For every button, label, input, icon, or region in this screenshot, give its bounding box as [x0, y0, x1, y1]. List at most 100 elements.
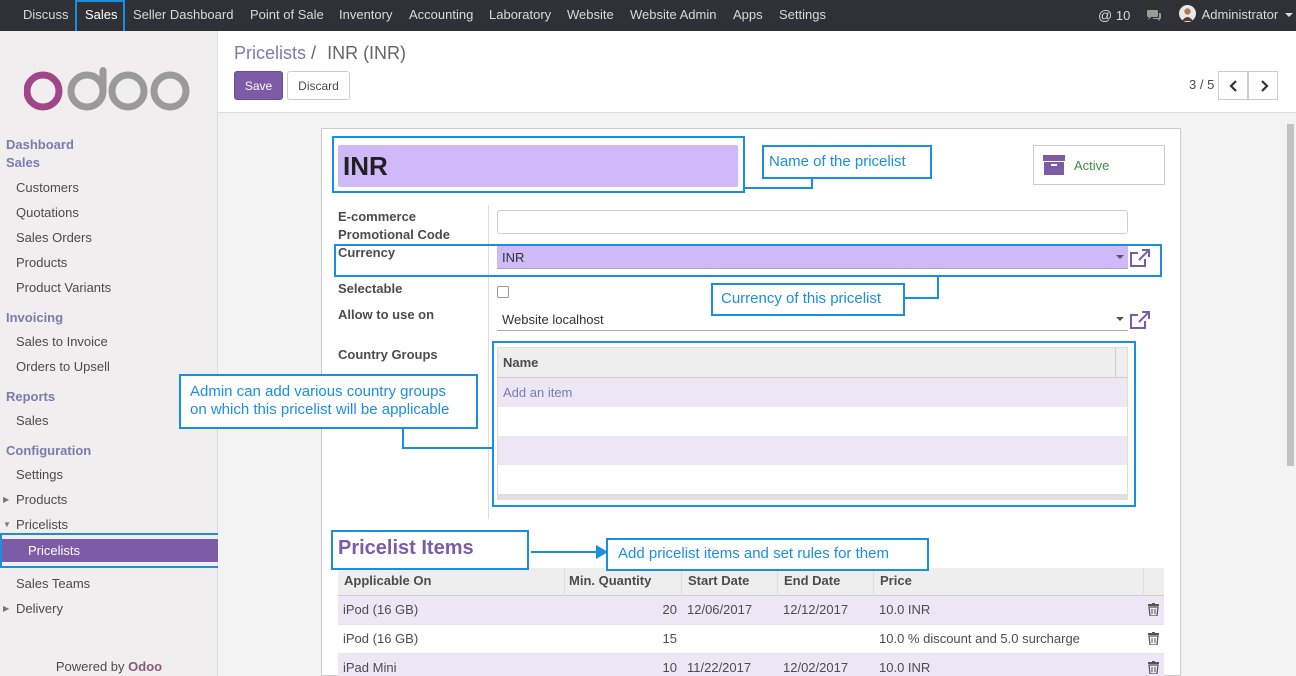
menu-website[interactable]: Website: [567, 0, 614, 31]
allow-to-use-label: Allow to use on: [338, 307, 435, 322]
menu-accounting[interactable]: Accounting: [409, 0, 473, 31]
menu-inventory[interactable]: Inventory: [339, 0, 392, 31]
sidebar-item-sales-to-invoice[interactable]: Sales to Invoice: [16, 334, 108, 349]
country-annotation-line1: Admin can add various country groups: [190, 383, 446, 400]
country-groups-label: Country Groups: [338, 347, 438, 362]
sidebar-item-orders-to-upsell[interactable]: Orders to Upsell: [16, 359, 110, 374]
currency-label: Currency: [338, 245, 396, 260]
annotation-connector: [937, 277, 939, 299]
breadcrumb: Pricelists / INR (INR): [234, 43, 406, 64]
caret-right-icon: ▶: [3, 604, 10, 613]
dropdown-caret-icon: [1116, 317, 1124, 321]
menu-laboratory[interactable]: Laboratory: [489, 0, 551, 31]
selectable-label: Selectable: [338, 281, 403, 296]
menu-apps[interactable]: Apps: [733, 0, 763, 31]
column-price[interactable]: Price: [880, 573, 912, 588]
website-value: Website localhost: [502, 312, 604, 327]
annotation-connector: [402, 428, 404, 449]
cell-start-date: 12/06/2017: [687, 602, 753, 617]
sidebar-item-customers[interactable]: Customers: [16, 180, 79, 195]
sidebar-item-settings[interactable]: Settings: [16, 467, 63, 482]
add-an-item-link[interactable]: Add an item: [503, 385, 572, 400]
pager-value: 3 / 5: [1189, 77, 1215, 92]
currency-select[interactable]: INR: [497, 246, 1128, 269]
menu-seller-dashboard[interactable]: Seller Dashboard: [133, 0, 233, 31]
active-toggle-button[interactable]: Active: [1033, 145, 1165, 185]
save-button[interactable]: Save: [234, 71, 283, 100]
field-divider: [488, 205, 489, 519]
chevron-left-icon: [1229, 80, 1237, 92]
chat-icon[interactable]: [1146, 0, 1162, 31]
breadcrumb-pricelists[interactable]: Pricelists: [234, 43, 306, 63]
column-divider: [1143, 568, 1144, 596]
column-divider: [777, 568, 778, 596]
powered-by-brand[interactable]: Odoo: [128, 659, 162, 674]
sidebar-item-pricelists-label: Pricelists: [28, 543, 81, 558]
pricelist-items-annotation: Add pricelist items and set rules for th…: [606, 538, 929, 571]
column-start-date[interactable]: Start Date: [688, 573, 749, 588]
column-min-quantity[interactable]: Min. Quantity: [569, 573, 651, 588]
sidebar-dashboard[interactable]: Dashboard: [6, 137, 74, 152]
arrow-right-icon: [596, 545, 608, 559]
sidebar-sales-heading: Sales: [6, 155, 40, 170]
country-groups-annotation: Admin can add various country groups on …: [179, 374, 478, 429]
annotation-connector: [811, 178, 813, 189]
sidebar-item-quotations[interactable]: Quotations: [16, 205, 79, 220]
chevron-right-icon: [1261, 80, 1269, 92]
user-menu[interactable]: Administrator: [1179, 0, 1293, 31]
pager-next-button[interactable]: [1248, 71, 1278, 100]
trash-icon[interactable]: [1148, 603, 1159, 616]
cell-end-date: 12/12/2017: [783, 602, 849, 617]
menu-discuss[interactable]: Discuss: [23, 0, 69, 31]
sidebar: Dashboard Sales Customers Quotations Sal…: [0, 31, 218, 676]
sidebar-item-delivery[interactable]: Delivery: [16, 601, 63, 616]
menu-point-of-sale[interactable]: Point of Sale: [250, 0, 324, 31]
currency-annotation-text: Currency of this pricelist: [721, 290, 882, 307]
trash-icon[interactable]: [1148, 661, 1159, 674]
country-groups-table: Name Add an item: [497, 347, 1128, 500]
promo-code-label: Promotional Code: [338, 227, 450, 242]
annotation-arrow: [531, 551, 599, 553]
ecommerce-label: E-commerce: [338, 209, 417, 224]
promo-code-input[interactable]: [497, 210, 1128, 234]
odoo-logo: [24, 67, 190, 111]
sidebar-item-pricelists[interactable]: Pricelists: [0, 539, 218, 562]
sidebar-item-reports-sales[interactable]: Sales: [16, 413, 49, 428]
menu-website-admin[interactable]: Website Admin: [630, 0, 716, 31]
sidebar-item-products[interactable]: Products: [16, 255, 67, 270]
discard-button[interactable]: Discard: [287, 71, 350, 100]
column-applicable-on[interactable]: Applicable On: [344, 573, 431, 588]
at-icon: @: [1098, 7, 1113, 23]
currency-annotation: Currency of this pricelist: [711, 283, 905, 316]
table-row: [498, 465, 1127, 494]
cell-price: 10.0 INR: [879, 660, 931, 675]
annotation-connector: [402, 447, 494, 449]
top-navbar: Discuss Sales Seller Dashboard Point of …: [0, 0, 1296, 31]
selectable-checkbox[interactable]: [497, 286, 509, 298]
menu-settings[interactable]: Settings: [779, 0, 826, 31]
mentions-indicator[interactable]: @ 10: [1098, 0, 1130, 31]
pricelist-name-input[interactable]: INR: [338, 145, 738, 187]
sidebar-item-pricelists-group[interactable]: Pricelists: [16, 517, 68, 532]
pager-previous-button[interactable]: [1218, 71, 1248, 100]
column-divider: [564, 568, 565, 596]
external-link-icon[interactable]: [1130, 249, 1150, 267]
sidebar-item-sales-teams[interactable]: Sales Teams: [16, 576, 90, 591]
column-end-date[interactable]: End Date: [784, 573, 840, 588]
sidebar-item-product-variants[interactable]: Product Variants: [16, 280, 111, 295]
table-row[interactable]: iPod (16 GB) 15 10.0 % discount and 5.0 …: [338, 625, 1164, 654]
external-link-icon[interactable]: [1130, 311, 1150, 329]
powered-by: Powered by Odoo: [0, 659, 218, 674]
sidebar-item-sales-orders[interactable]: Sales Orders: [16, 230, 92, 245]
menu-sales[interactable]: Sales: [85, 0, 118, 31]
cell-price: 10.0 % discount and 5.0 surcharge: [879, 631, 1080, 646]
avatar: [1179, 5, 1196, 22]
table-row[interactable]: iPod (16 GB) 20 12/06/2017 12/12/2017 10…: [338, 596, 1164, 625]
add-item-row[interactable]: Add an item: [498, 378, 1127, 407]
trash-icon[interactable]: [1148, 632, 1159, 645]
cell-start-date: 11/22/2017: [687, 660, 752, 675]
scrollbar-thumb[interactable]: [1287, 124, 1294, 466]
table-row[interactable]: iPad Mini 10 11/22/2017 12/02/2017 10.0 …: [338, 654, 1164, 676]
sidebar-item-config-products[interactable]: Products: [16, 492, 67, 507]
column-name[interactable]: Name: [503, 355, 538, 370]
